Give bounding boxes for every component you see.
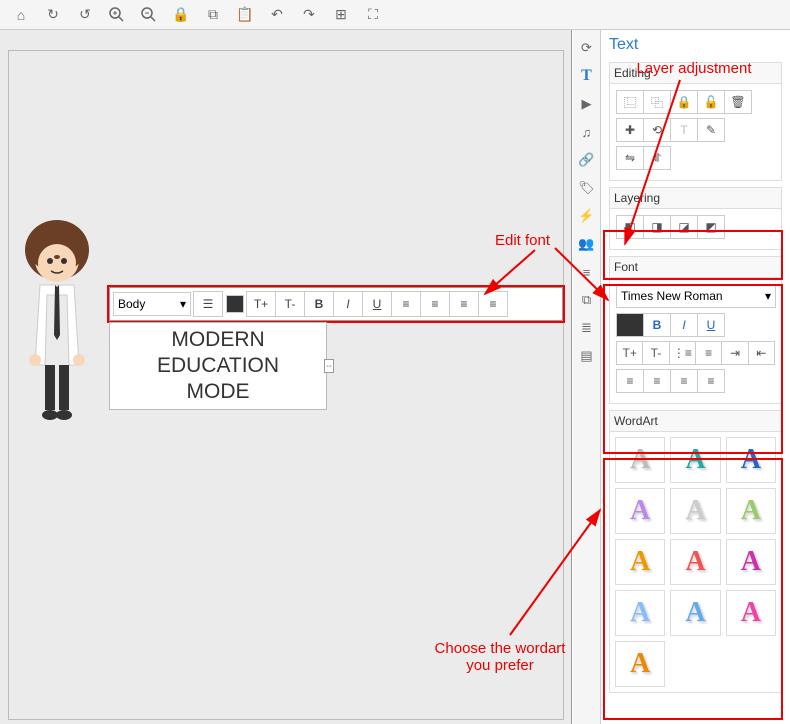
text-line: MODE — [187, 379, 250, 405]
annotation-layer: Layer adjustment — [604, 60, 784, 77]
redo-icon[interactable]: ↻ — [37, 3, 69, 27]
zoom-in-icon[interactable] — [101, 3, 133, 27]
panel-title: Text — [609, 36, 782, 54]
zoom-out-icon[interactable] — [133, 3, 165, 27]
video-icon[interactable]: ▶ — [575, 91, 599, 117]
lines-icon[interactable]: ≣ — [575, 315, 599, 341]
resize-handle-icon[interactable]: ⇔ — [324, 359, 334, 373]
fit-screen-icon[interactable]: ⛶ — [357, 3, 389, 27]
side-toolbar: ⟳ T ▶ ♫ 🔗 🏷 ⚡ 👥 ≡ ⧉ ≣ ▤ — [573, 30, 601, 724]
undo2-icon[interactable]: ↶ — [261, 3, 293, 27]
text-line: EDUCATION — [157, 353, 279, 379]
layering-highlight — [603, 230, 783, 280]
character-clipart[interactable] — [15, 215, 100, 425]
select-all-icon[interactable]: ⊞ — [325, 3, 357, 27]
text-line: MODERN — [171, 327, 264, 353]
lock-icon[interactable]: 🔒 — [165, 3, 197, 27]
edit-font-highlight — [107, 285, 565, 323]
redo2-icon[interactable]: ↷ — [293, 3, 325, 27]
flip-h-icon[interactable]: ⇋ — [616, 146, 644, 170]
ungroup-icon[interactable]: ⿻ — [643, 90, 671, 114]
layers-icon[interactable]: ⧉ — [575, 287, 599, 313]
group-icon[interactable]: ⿺ — [616, 90, 644, 114]
annotation-editfont: Edit font — [495, 232, 550, 249]
top-toolbar: ⌂ ↻ ↺ 🔒 ⧉ 📋 ↶ ↷ ⊞ ⛶ — [0, 0, 790, 30]
grid-icon[interactable]: ▤ — [575, 343, 599, 369]
link-icon[interactable]: 🔗 — [575, 147, 599, 173]
paste-icon[interactable]: 📋 — [229, 3, 261, 27]
home-icon[interactable]: ⌂ — [5, 3, 37, 27]
layering-section-header: Layering — [609, 187, 782, 208]
list-icon[interactable]: ≡ — [575, 259, 599, 285]
editing-section: ⿺ ⿻ 🔒 🔓 🗑 ✚ ⟲ T ✎ ⇋ ⥯ — [609, 83, 782, 181]
text-tool-icon[interactable]: T — [575, 63, 599, 89]
unlock-icon[interactable]: 🔓 — [697, 90, 725, 114]
refresh-icon[interactable]: ⟳ — [575, 35, 599, 61]
add-icon[interactable]: ✚ — [616, 118, 644, 142]
brush-icon[interactable]: ✎ — [697, 118, 725, 142]
users-icon[interactable]: 👥 — [575, 231, 599, 257]
annotation-wordart: Choose the wordart you prefer — [420, 640, 580, 674]
text-box[interactable]: MODERN EDUCATION MODE ⇔ — [109, 322, 327, 410]
copy-icon[interactable]: ⧉ — [197, 3, 229, 27]
lock-icon[interactable]: 🔒 — [670, 90, 698, 114]
music-icon[interactable]: ♫ — [575, 119, 599, 145]
wordart-highlight — [603, 458, 783, 720]
delete-icon[interactable]: 🗑 — [724, 90, 752, 114]
rotate-icon[interactable]: ⟲ — [643, 118, 671, 142]
flip-v-icon[interactable]: ⥯ — [643, 146, 671, 170]
font-highlight — [603, 284, 783, 454]
text-icon[interactable]: T — [670, 118, 698, 142]
undo-icon[interactable]: ↺ — [69, 3, 101, 27]
tag-icon[interactable]: 🏷 — [575, 175, 599, 201]
flash-icon[interactable]: ⚡ — [575, 203, 599, 229]
